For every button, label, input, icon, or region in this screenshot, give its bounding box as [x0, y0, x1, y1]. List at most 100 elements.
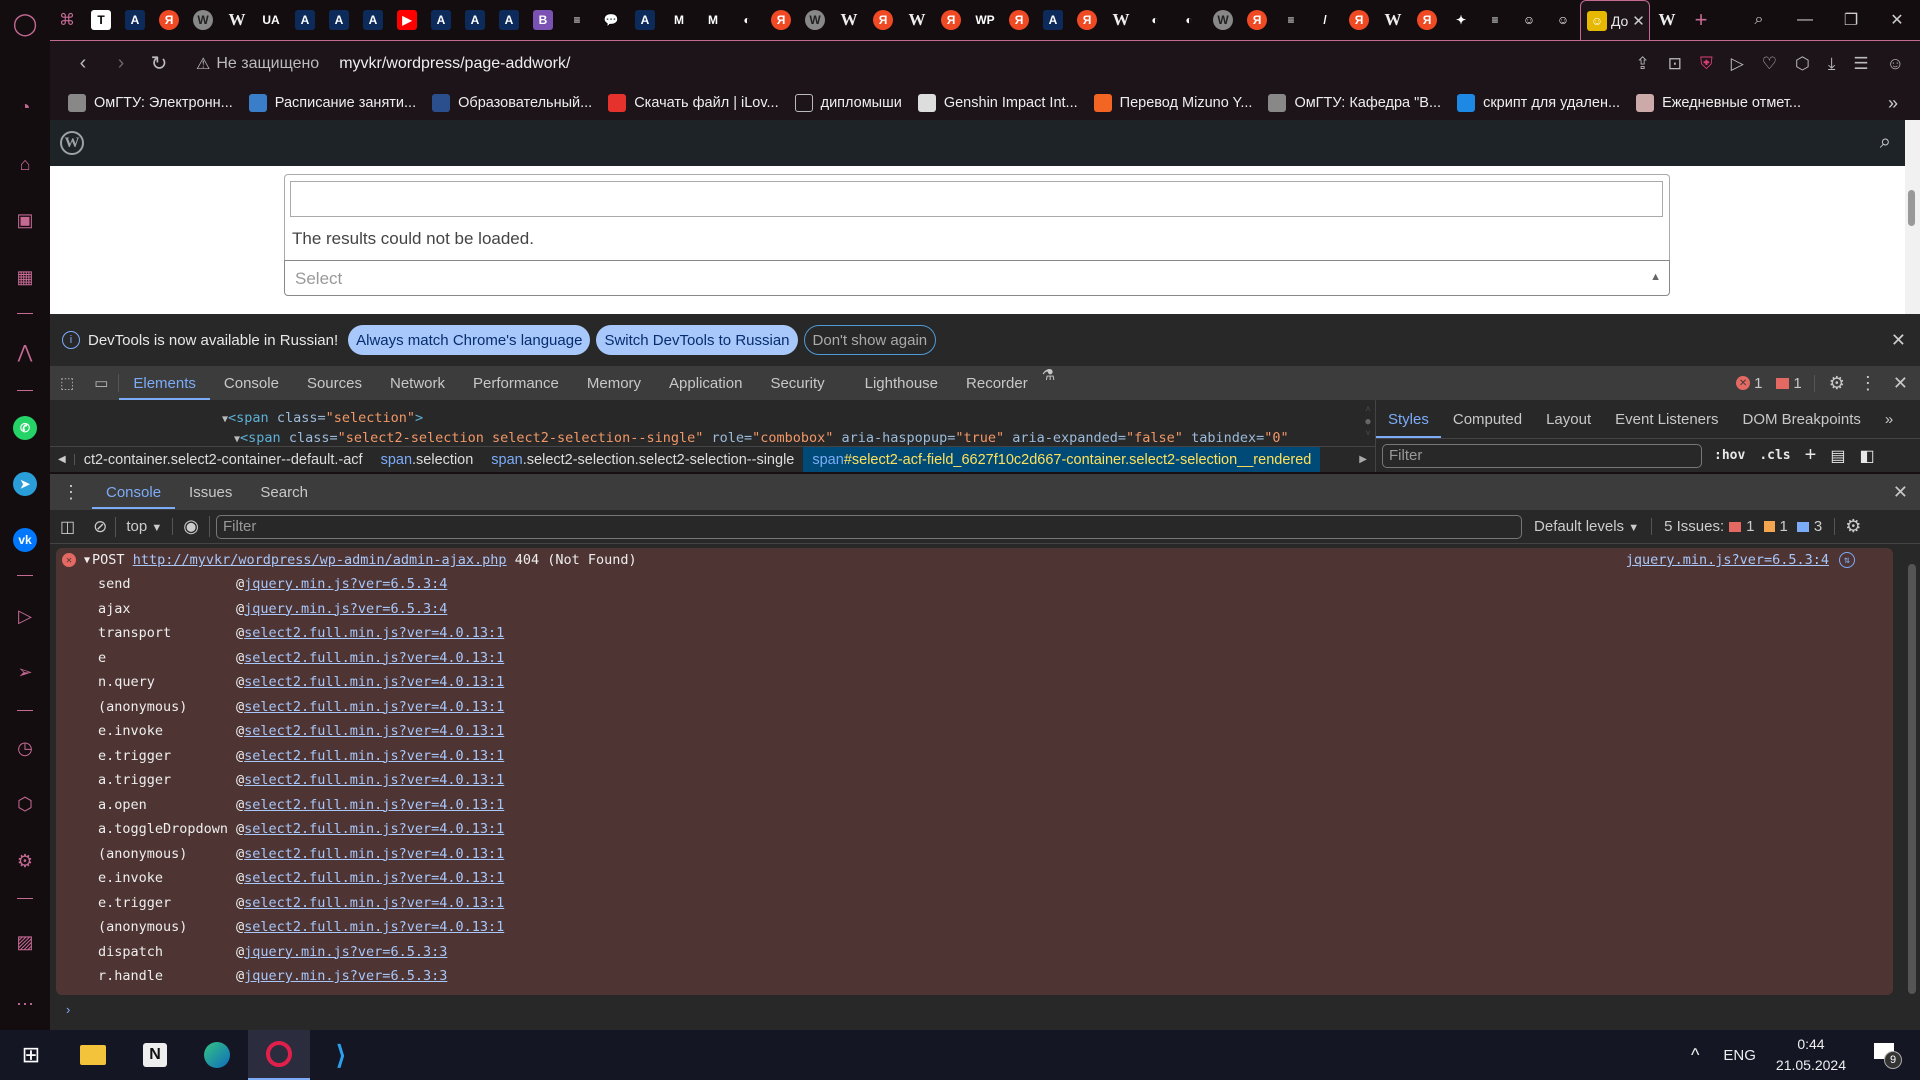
- pinned-tab[interactable]: B: [526, 0, 560, 40]
- snapshot-icon[interactable]: ⊡: [1668, 54, 1682, 74]
- dom-node-span-selection[interactable]: ▼<span class="selection">: [222, 410, 423, 426]
- styles-tab-styles[interactable]: Styles: [1376, 400, 1441, 438]
- stack-source-link[interactable]: jquery.min.js?ver=6.5.3:4: [244, 576, 447, 592]
- styles-tab-dom-breakpoints[interactable]: DOM Breakpoints: [1731, 400, 1873, 438]
- devtools-tab-performance[interactable]: Performance: [459, 366, 573, 400]
- dont-show-again-button[interactable]: Don't show again: [803, 325, 937, 355]
- vscode-icon[interactable]: ⟩: [310, 1030, 372, 1080]
- pinned-tab[interactable]: W: [798, 0, 832, 40]
- search-tabs-icon[interactable]: ⌕: [1736, 0, 1782, 40]
- close-drawer-icon[interactable]: ✕: [1893, 482, 1908, 503]
- bookmark-item[interactable]: ОмГТУ: Электронн...: [68, 94, 233, 112]
- pinned-tab[interactable]: UA: [254, 0, 288, 40]
- live-expression-eye-icon[interactable]: ◉: [173, 516, 211, 537]
- devtools-tab-recorder[interactable]: Recorder: [952, 366, 1042, 400]
- pinned-tab[interactable]: A: [1036, 0, 1070, 40]
- devtools-tab-sources[interactable]: Sources: [293, 366, 376, 400]
- styles-tab-layout[interactable]: Layout: [1534, 400, 1603, 438]
- devtools-settings-icon[interactable]: ⚙: [1829, 373, 1845, 394]
- pinned-tab[interactable]: W: [1104, 0, 1138, 40]
- pinned-tab[interactable]: Я: [764, 0, 798, 40]
- wordpress-logo-icon[interactable]: W: [60, 131, 84, 155]
- error-source-link[interactable]: jquery.min.js?ver=6.5.3:4: [1626, 552, 1829, 568]
- breadcrumb-scroll-right[interactable]: ▶: [1351, 454, 1375, 465]
- devtools-tab-network[interactable]: Network: [376, 366, 459, 400]
- back-button[interactable]: ‹: [64, 48, 102, 80]
- pinned-tab[interactable]: ≡: [560, 0, 594, 40]
- aria-chip-icon[interactable]: ▦: [13, 265, 37, 289]
- pinned-tab[interactable]: Я: [1410, 0, 1444, 40]
- clear-console-icon[interactable]: ⊘: [85, 516, 117, 537]
- issues-summary[interactable]: 5 Issues: 1 1 3: [1664, 518, 1836, 535]
- styles-filter-input[interactable]: Filter: [1382, 443, 1702, 468]
- pinned-tab[interactable]: A: [458, 0, 492, 40]
- pinned-tab[interactable]: 💬: [594, 0, 628, 40]
- devtools-tab-lighthouse[interactable]: Lighthouse: [851, 366, 952, 400]
- twitch-icon[interactable]: ▣: [13, 208, 37, 232]
- send-icon[interactable]: ➢: [13, 660, 37, 684]
- new-tab-button[interactable]: +: [1684, 0, 1718, 40]
- language-indicator[interactable]: ENG: [1723, 1047, 1756, 1064]
- stack-source-link[interactable]: select2.full.min.js?ver=4.0.13:1: [244, 797, 504, 813]
- breadcrumb-scroll-left[interactable]: ◀: [50, 454, 75, 465]
- pinned-tab[interactable]: ☺: [1512, 0, 1546, 40]
- search-icon[interactable]: ⌕: [1880, 131, 1891, 154]
- console-filter-input[interactable]: Filter: [216, 514, 1523, 539]
- new-style-rule-icon[interactable]: +: [1805, 444, 1817, 467]
- pinned-tab[interactable]: Я: [866, 0, 900, 40]
- bookmark-item[interactable]: Перевод Mizuno Y...: [1093, 94, 1252, 112]
- bookmark-item[interactable]: ОмГТУ: Кафедра "В...: [1268, 94, 1441, 112]
- close-window-button[interactable]: ✕: [1874, 0, 1920, 40]
- pinned-tab[interactable]: W: [220, 0, 254, 40]
- console-scrollbar[interactable]: [1905, 544, 1920, 1030]
- opera-taskbar-icon[interactable]: [248, 1030, 310, 1080]
- bookmark-item[interactable]: Genshin Impact Int...: [917, 94, 1078, 112]
- hov-toggle[interactable]: :hov: [1714, 448, 1745, 463]
- elements-scrollbar[interactable]: ˄ ● ˅: [1363, 404, 1373, 442]
- issue-counter[interactable]: 1: [1776, 374, 1815, 392]
- stack-source-link[interactable]: select2.full.min.js?ver=4.0.13:1: [244, 895, 504, 911]
- console-prompt[interactable]: ›: [66, 1002, 70, 1017]
- pinned-tab[interactable]: A: [288, 0, 322, 40]
- pinned-tab[interactable]: Я: [1002, 0, 1036, 40]
- pinned-tab[interactable]: W: [1206, 0, 1240, 40]
- page-scrollbar[interactable]: [1905, 120, 1920, 314]
- notification-center[interactable]: 9: [1874, 1041, 1902, 1069]
- devtools-tab-console[interactable]: Console: [210, 366, 293, 400]
- stack-source-link[interactable]: jquery.min.js?ver=6.5.3:3: [244, 944, 447, 960]
- stack-source-link[interactable]: select2.full.min.js?ver=4.0.13:1: [244, 846, 504, 862]
- easy-setup-icon[interactable]: ☰: [1853, 54, 1868, 74]
- share-icon[interactable]: ⇪: [1635, 54, 1649, 74]
- pinned-tab[interactable]: A: [322, 0, 356, 40]
- drawer-tab-console[interactable]: Console: [92, 475, 176, 509]
- device-toolbar-icon[interactable]: ▭: [84, 374, 120, 392]
- pinned-tab[interactable]: A: [356, 0, 390, 40]
- devtools-tab-memory[interactable]: Memory: [573, 366, 655, 400]
- always-match-language-button[interactable]: Always match Chrome's language: [348, 325, 591, 355]
- devtools-tab-application[interactable]: Application: [655, 366, 756, 400]
- notion-icon[interactable]: N: [124, 1030, 186, 1080]
- show-hidden-icons[interactable]: ^: [1691, 1045, 1699, 1066]
- telegram-icon[interactable]: ➤: [13, 472, 37, 496]
- drawer-menu-icon[interactable]: ⋮: [50, 482, 92, 503]
- paint-brush-icon[interactable]: ▤: [1830, 446, 1845, 466]
- bookmarks-overflow-button[interactable]: »: [1888, 93, 1898, 114]
- vpn-shield-icon[interactable]: ⛨: [1700, 54, 1713, 74]
- drawer-tab-search[interactable]: Search: [246, 475, 322, 509]
- pinboard-icon[interactable]: ▨: [13, 930, 37, 954]
- pinned-tab[interactable]: A: [118, 0, 152, 40]
- pinned-tab[interactable]: ◐: [730, 0, 764, 40]
- pinned-tab[interactable]: Я: [1070, 0, 1104, 40]
- context-selector[interactable]: top ▼: [116, 518, 174, 535]
- shopping-bag-icon[interactable]: ⌂: [13, 152, 37, 176]
- pinned-tab[interactable]: T: [84, 0, 118, 40]
- bookmark-item[interactable]: Скачать файл | iLov...: [608, 94, 779, 112]
- select2-search-input[interactable]: [290, 181, 1663, 217]
- pinned-tab[interactable]: Я: [934, 0, 968, 40]
- devtools-tab-elements[interactable]: Elements: [119, 366, 210, 400]
- devtools-menu-icon[interactable]: ⋮: [1859, 373, 1877, 394]
- switch-to-russian-button[interactable]: Switch DevTools to Russian: [596, 325, 798, 355]
- stack-source-link[interactable]: select2.full.min.js?ver=4.0.13:1: [244, 723, 504, 739]
- toggle-sidebar-icon[interactable]: ◧: [1859, 446, 1874, 466]
- gamepad-icon[interactable]: ⌘: [50, 0, 84, 40]
